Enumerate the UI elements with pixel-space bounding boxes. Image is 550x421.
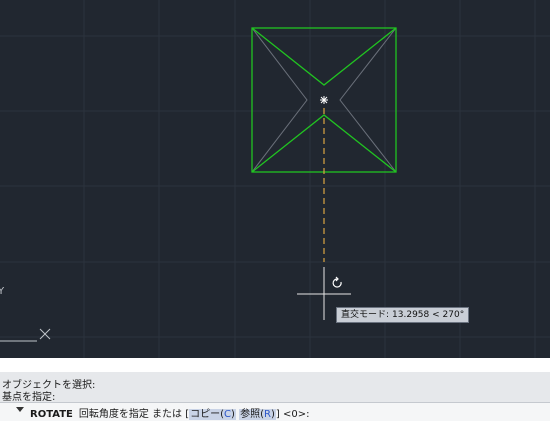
option-reference-key: R: [264, 409, 271, 420]
ucs-icon: [0, 328, 51, 342]
rotate-cursor-icon: [332, 276, 342, 288]
base-point-marker: [320, 96, 328, 104]
ortho-angle-value: 13.2958 < 270°: [392, 310, 465, 320]
prompt-tail: ] <0>:: [275, 409, 310, 420]
option-reference[interactable]: 参照(R): [239, 409, 276, 420]
option-copy-key: C: [224, 409, 232, 420]
option-reference-close: ): [270, 409, 275, 420]
chevron-down-icon[interactable]: [16, 407, 24, 412]
grid-lines: [0, 0, 550, 358]
option-copy-label: コピー(: [190, 409, 225, 420]
ortho-tooltip: 直交モード: 13.2958 < 270°: [336, 307, 470, 323]
option-copy[interactable]: コピー(C): [189, 409, 236, 420]
ortho-mode-label: 直交モード:: [341, 310, 390, 320]
ucs-y-label: Y: [0, 286, 5, 297]
option-copy-close: ): [231, 409, 235, 420]
command-prompt[interactable]: ROTATE 回転角度を指定 または [コピー(C) 参照(R)] <0>:: [0, 402, 550, 421]
prompt-text: 回転角度を指定 または [: [78, 409, 190, 420]
drawing-svg[interactable]: [0, 0, 550, 358]
autocad-window: Y 直交モード: 13.2958 < 270° オブジェクトを選択: 基点を指定:…: [0, 0, 550, 421]
drawing-canvas[interactable]: Y 直交モード: 13.2958 < 270°: [0, 0, 550, 358]
command-history-strip: [0, 358, 550, 373]
option-reference-label: 参照(: [240, 409, 265, 420]
active-command: ROTATE: [30, 409, 73, 420]
history-line-2: 基点を指定:: [2, 392, 56, 403]
